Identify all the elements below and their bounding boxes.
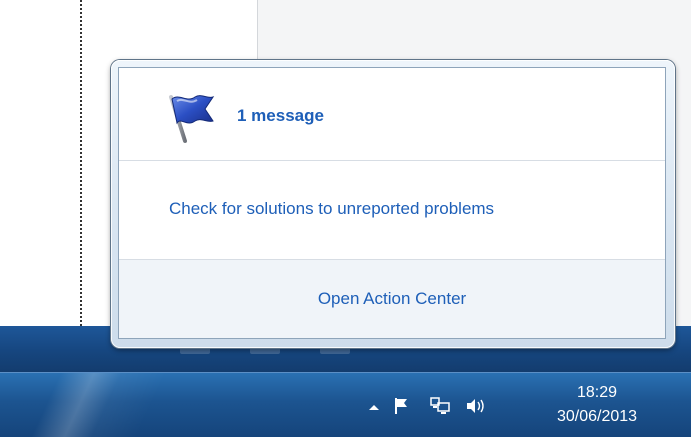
popup-header: 1 message (119, 68, 665, 161)
volume-icon[interactable] (464, 395, 488, 417)
action-center-flag-icon[interactable] (390, 395, 414, 417)
popup-content: 1 message Check for solutions to unrepor… (118, 67, 666, 339)
action-center-popup: 1 message Check for solutions to unrepor… (111, 60, 675, 348)
taskbar-clock[interactable]: 18:29 30/06/2013 (532, 381, 662, 429)
popup-footer: Open Action Center (119, 259, 665, 338)
network-icon[interactable] (428, 395, 452, 417)
taskbar-glare (0, 373, 220, 437)
show-hidden-icons-arrow-icon[interactable] (362, 395, 386, 417)
taskbar: 18:29 30/06/2013 (0, 372, 691, 437)
clock-time: 18:29 (576, 384, 618, 401)
flag-icon (163, 89, 219, 145)
check-solutions-link[interactable]: Check for solutions to unreported proble… (169, 198, 494, 220)
popup-message-area: Check for solutions to unreported proble… (119, 161, 665, 259)
dotted-divider (80, 0, 82, 326)
open-action-center-link[interactable]: Open Action Center (119, 288, 665, 310)
message-count-title[interactable]: 1 message (237, 105, 324, 127)
clock-date: 30/06/2013 (556, 408, 638, 425)
